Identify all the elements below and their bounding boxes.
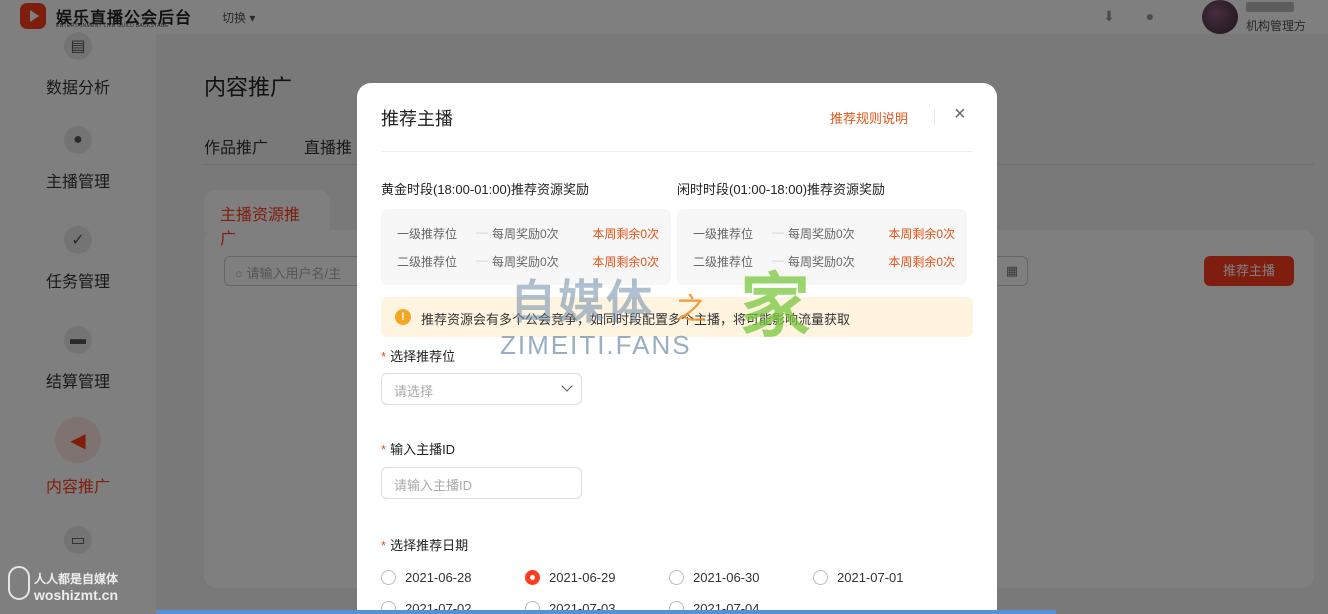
remaining-count: 本周剩余0次	[592, 227, 659, 241]
watermark-swoosh: 之	[676, 293, 706, 326]
dialog-title: 推荐主播	[381, 109, 453, 129]
radio-circle	[669, 569, 684, 585]
slot-field-label: * 选择推荐位	[381, 346, 455, 365]
dialog-divider	[381, 151, 973, 152]
weekly-reward: 每周奖励0次	[788, 227, 855, 241]
warning-icon: !	[395, 309, 411, 325]
rules-link[interactable]: 推荐规则说明	[830, 108, 908, 127]
anchor-label-text: 输入主播ID	[390, 442, 456, 457]
slot-level: 二级推荐位	[397, 255, 458, 269]
watermark-corner-cn: 人人都是自媒体	[34, 572, 119, 586]
date-radio-label: 2021-06-29	[549, 569, 616, 585]
watermark-corner-url: woshizmt.cn	[34, 587, 119, 603]
slot-label-text: 选择推荐位	[390, 349, 456, 364]
anchor-id-input[interactable]: 请输入主播ID	[381, 467, 582, 499]
remaining-count: 本周剩余0次	[888, 227, 955, 241]
radio-circle	[813, 569, 828, 585]
date-radio-label: 2021-07-01	[837, 569, 904, 585]
radio-circle	[525, 569, 540, 585]
row-separator: —	[476, 225, 488, 239]
required-mark: *	[381, 442, 387, 457]
anchor-field-label: * 输入主播ID	[381, 439, 455, 458]
date-label-text: 选择推荐日期	[390, 538, 469, 553]
bottom-edge-bar	[156, 610, 1056, 614]
date-radio-2021-07-01[interactable]: 2021-07-01	[813, 568, 904, 586]
slot-select[interactable]: 请选择	[381, 373, 582, 405]
watermark-brand-cn: 自媒体	[510, 276, 654, 328]
reward-row: 一级推荐位 — 每周奖励0次 本周剩余0次	[693, 225, 955, 241]
slot-select-placeholder: 请选择	[394, 384, 434, 399]
date-radio-2021-06-28[interactable]: 2021-06-28	[381, 568, 472, 586]
header-separator	[934, 109, 935, 125]
required-mark: *	[381, 538, 387, 553]
slot-level: 一级推荐位	[693, 227, 754, 241]
slot-level: 一级推荐位	[397, 227, 458, 241]
row-separator: —	[476, 253, 488, 267]
watermark-brand-en: ZIMEITI.FANS	[500, 330, 692, 360]
offpeak-period-title: 闲时时段(01:00-18:00)推荐资源奖励	[677, 182, 886, 197]
required-mark: *	[381, 349, 387, 364]
date-radio-2021-06-29[interactable]: 2021-06-29	[525, 568, 616, 586]
reward-row: 一级推荐位 — 每周奖励0次 本周剩余0次	[397, 225, 659, 241]
date-radio-label: 2021-06-28	[405, 569, 472, 585]
prime-period-title: 黄金时段(18:00-01:00)推荐资源奖励	[381, 182, 590, 197]
radio-circle	[381, 569, 396, 585]
weekly-reward: 每周奖励0次	[492, 227, 559, 241]
watermark-mic-icon	[8, 566, 30, 600]
remaining-count: 本周剩余0次	[888, 255, 955, 269]
watermark-brand-jia: 家	[740, 267, 810, 345]
anchor-id-placeholder: 请输入主播ID	[394, 478, 473, 493]
reward-row: 二级推荐位 — 每周奖励0次 本周剩余0次	[693, 253, 955, 269]
date-radio-2021-06-30[interactable]: 2021-06-30	[669, 568, 760, 586]
close-icon[interactable]: ×	[954, 103, 966, 126]
date-radio-label: 2021-06-30	[693, 569, 760, 585]
row-separator: —	[772, 225, 784, 239]
date-field-label: * 选择推荐日期	[381, 535, 468, 554]
offpeak-period-box: 一级推荐位 — 每周奖励0次 本周剩余0次 二级推荐位 — 每周奖励0次 本周剩…	[677, 209, 967, 285]
chevron-down-icon	[561, 380, 573, 392]
